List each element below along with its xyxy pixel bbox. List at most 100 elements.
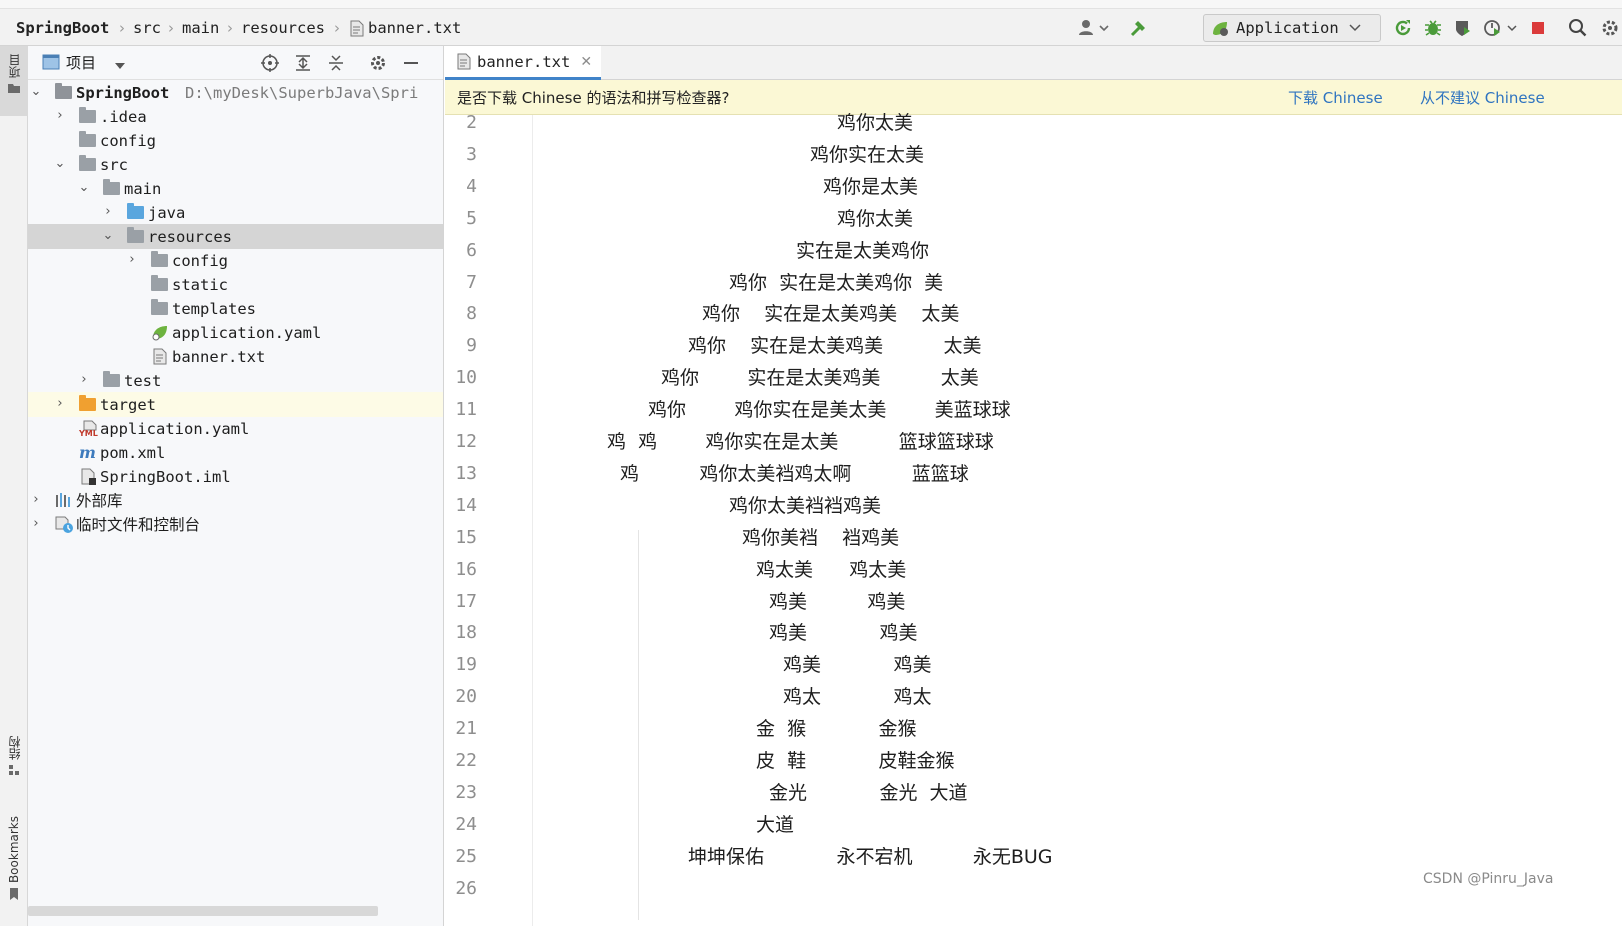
yaml-file-icon: YML [78, 420, 98, 438]
tree-item-target[interactable]: › target [28, 392, 443, 417]
code-line: 鸡太 鸡太 [783, 686, 932, 708]
chevron-right-icon[interactable]: › [124, 251, 140, 269]
chevron-right-icon[interactable]: › [52, 107, 68, 125]
chevron-down-icon[interactable] [114, 56, 126, 74]
tree-item-application-yaml-root[interactable]: YML application.yaml [28, 416, 443, 441]
project-view-title[interactable]: 项目 [66, 52, 96, 74]
code-line: 鸡你 实在是太美鸡美 太美 [702, 303, 960, 325]
structure-tool-label: 结构 [7, 736, 22, 760]
tree-item-label: banner.txt [172, 348, 266, 366]
coverage-icon[interactable] [1452, 16, 1474, 40]
bookmark-icon [10, 888, 18, 901]
never-suggest-link[interactable]: 从不建议 Chinese [1420, 87, 1545, 109]
stop-icon[interactable] [1528, 16, 1548, 40]
tab-banner-txt[interactable]: banner.txt ✕ [445, 46, 601, 80]
code-line: 鸡美 鸡美 [769, 591, 906, 613]
chevron-right-icon[interactable]: › [76, 371, 92, 389]
run-configuration-label: Application [1236, 19, 1339, 37]
code-line: 鸡 鸡 鸡你实在是太美 篮球篮球球 [607, 431, 994, 453]
chevron-right-icon[interactable]: › [100, 203, 116, 221]
bookmarks-tool-button[interactable]: Bookmarks [0, 816, 28, 926]
breadcrumb-main[interactable]: main [182, 17, 219, 39]
tree-item-external-libraries[interactable]: › 外部库 [28, 488, 443, 513]
tree-item-src[interactable]: ⌄ src [28, 152, 443, 177]
code-line: 金 猴 金猴 [756, 718, 917, 740]
tree-item-test[interactable]: › test [28, 368, 443, 393]
tree-item-springboot[interactable]: ⌄ SpringBoot D:\myDesk\SuperbJava\Spri [28, 80, 443, 105]
tree-item-label: config [100, 132, 156, 150]
spring-yaml-icon [151, 324, 169, 341]
chevron-right-icon: › [168, 19, 174, 37]
chevron-right-icon[interactable]: › [52, 395, 68, 413]
expand-all-icon[interactable] [292, 52, 314, 74]
chevron-down-icon[interactable]: ⌄ [76, 179, 92, 197]
tree-item-label: static [172, 276, 228, 294]
title-strip [0, 0, 1622, 9]
line-number: 20 [455, 686, 477, 707]
line-number: 5 [466, 208, 477, 229]
rerun-icon[interactable] [1392, 16, 1414, 40]
close-icon[interactable]: ✕ [580, 54, 592, 70]
tree-item-springboot-iml[interactable]: SpringBoot.iml [28, 464, 443, 489]
select-opened-file-icon[interactable] [259, 52, 281, 74]
debug-bug-icon[interactable] [1422, 16, 1444, 40]
line-number: 4 [466, 176, 477, 197]
code-line: 鸡太美 鸡太美 [756, 559, 907, 581]
structure-tool-button[interactable]: 结构 [0, 736, 28, 806]
source-folder-icon [127, 203, 145, 221]
tree-item-static[interactable]: static [28, 272, 443, 297]
tree-item-label: 临时文件和控制台 [76, 516, 201, 534]
folder-icon [8, 84, 20, 93]
folder-icon [151, 299, 169, 317]
collapse-all-icon[interactable] [325, 52, 347, 74]
line-number-gutter: 2 3 4 5 6 7 8 9 10 11 12 13 14 15 16 17 18 19 20 21 22 23 24 25… [445, 112, 533, 926]
line-number: 15 [455, 527, 477, 548]
gear-icon[interactable] [367, 52, 389, 74]
chevron-down-icon[interactable]: ⌄ [28, 83, 44, 101]
settings-gear-icon[interactable] [1600, 16, 1620, 40]
code-line: 鸡你 鸡你实在是美太美 美蓝球球 [648, 399, 1011, 421]
user-account-icon[interactable] [1076, 16, 1112, 40]
code-line: 鸡美 鸡美 [783, 654, 932, 676]
chevron-right-icon[interactable]: › [28, 491, 44, 509]
chevron-down-icon [1349, 24, 1361, 32]
search-icon[interactable] [1566, 16, 1590, 40]
run-configuration-select[interactable]: Application [1203, 14, 1381, 42]
structure-icon [9, 765, 19, 775]
project-tool-button[interactable]: 项目 [0, 46, 28, 116]
breadcrumb-file[interactable]: banner.txt [368, 17, 461, 39]
tree-item-resources[interactable]: ⌄ resources [28, 224, 443, 249]
horizontal-scrollbar[interactable] [28, 906, 378, 916]
profiler-icon[interactable] [1482, 16, 1518, 40]
breadcrumb-src[interactable]: src [133, 17, 161, 39]
chevron-right-icon[interactable]: › [28, 515, 44, 533]
text-file-icon [457, 53, 471, 70]
hide-panel-icon[interactable] [400, 52, 422, 74]
tree-item-application-yaml-res[interactable]: application.yaml [28, 320, 443, 345]
line-number: 7 [466, 272, 477, 293]
breadcrumb-resources[interactable]: resources [241, 17, 325, 39]
tree-item-templates[interactable]: templates [28, 296, 443, 321]
folder-icon [79, 131, 97, 149]
code-line: 大道 [756, 814, 795, 836]
tree-item-java[interactable]: › java [28, 200, 443, 225]
code-line: 鸡你太美 [837, 112, 914, 134]
tree-item-banner-txt[interactable]: banner.txt [28, 344, 443, 369]
tree-item-pom-xml[interactable]: m pom.xml [28, 440, 443, 465]
line-number: 26 [455, 878, 477, 899]
tree-item-main[interactable]: ⌄ main [28, 176, 443, 201]
chevron-down-icon[interactable]: ⌄ [52, 155, 68, 173]
tree-item-scratches[interactable]: › 临时文件和控制台 [28, 512, 443, 537]
tree-item-idea[interactable]: › .idea [28, 104, 443, 129]
chevron-down-icon[interactable]: ⌄ [100, 227, 116, 245]
line-number: 25 [455, 846, 477, 867]
tree-item-resources-config[interactable]: › config [28, 248, 443, 273]
line-number: 3 [466, 144, 477, 165]
text-file-icon [349, 16, 365, 40]
download-link[interactable]: 下载 Chinese [1288, 87, 1383, 109]
spellcheck-notification-bar: 是否下载 Chinese 的语法和拼写检查器? 下载 Chinese 从不建议 … [445, 80, 1622, 115]
breadcrumb-project[interactable]: SpringBoot [16, 17, 109, 39]
build-hammer-icon[interactable] [1128, 16, 1150, 40]
code-line: 鸡你 实在是太美鸡你 美 [729, 272, 944, 294]
tree-item-config[interactable]: config [28, 128, 443, 153]
